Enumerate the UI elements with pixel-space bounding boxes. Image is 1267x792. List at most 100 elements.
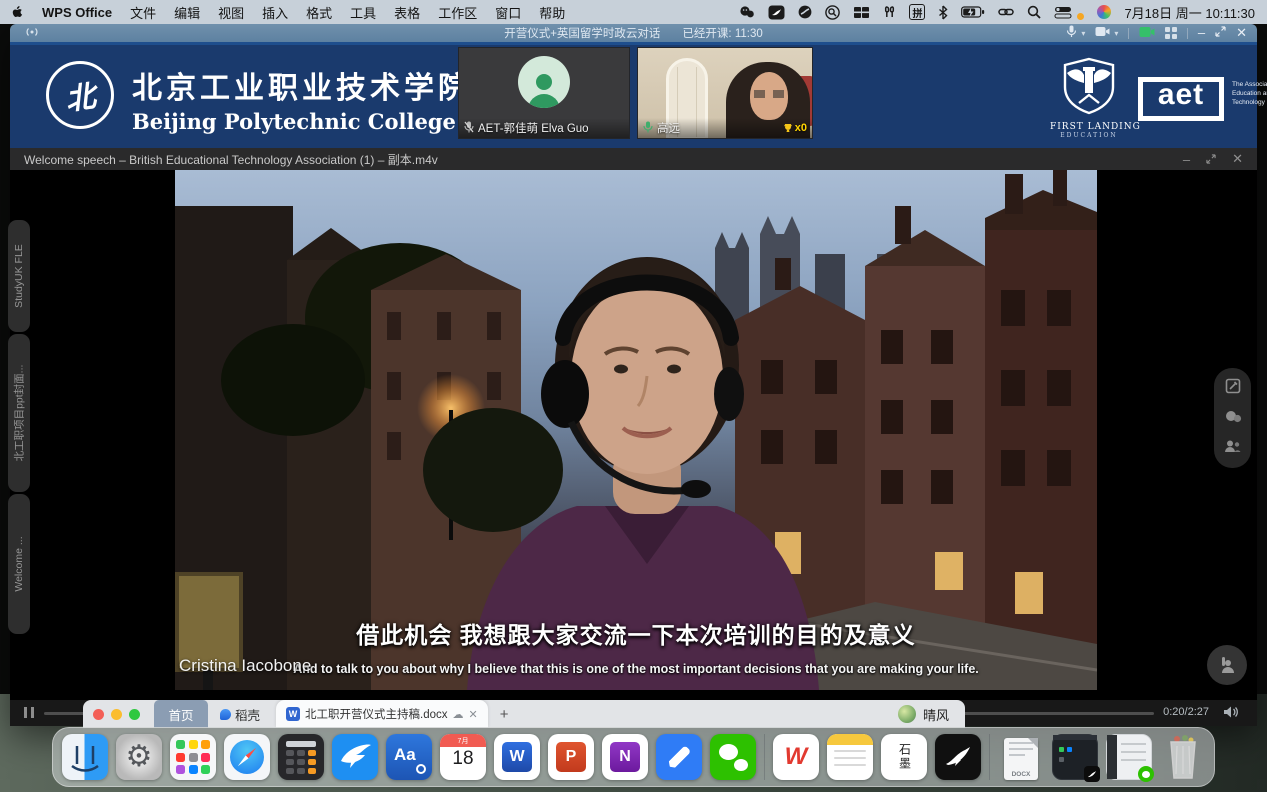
- side-tab-welcome[interactable]: Welcome ...: [8, 494, 30, 634]
- menu-insert[interactable]: 插入: [262, 3, 288, 22]
- dock-dingtalk-icon[interactable]: [332, 734, 378, 780]
- proxy-icon[interactable]: [798, 5, 812, 19]
- trophy-icon: [783, 123, 793, 133]
- player-close-button[interactable]: ✕: [1232, 151, 1243, 167]
- dock-calendar-icon[interactable]: 7月 18: [440, 734, 486, 780]
- side-tab-studyuk[interactable]: StudyUK FLE: [8, 220, 30, 332]
- menu-view[interactable]: 视图: [218, 3, 244, 22]
- battery-icon[interactable]: [961, 6, 985, 18]
- participant-video-tile[interactable]: 高远 x0: [637, 47, 813, 139]
- minimize-button[interactable]: –: [1198, 24, 1205, 42]
- menu-window[interactable]: 窗口: [495, 3, 521, 22]
- apple-menu-icon[interactable]: [12, 4, 26, 20]
- wps-tab-docer[interactable]: 稻壳: [208, 705, 272, 724]
- dock-onenote-icon[interactable]: N: [602, 734, 648, 780]
- window-traffic-lights: [93, 709, 140, 720]
- dock-minimized-wechat-window[interactable]: [1106, 734, 1152, 780]
- minimize-traffic-button[interactable]: [111, 709, 122, 720]
- dock-system-preferences-icon[interactable]: ⚙: [116, 734, 162, 780]
- mic-dropdown-caret[interactable]: ▾: [1081, 29, 1085, 38]
- menu-workspace[interactable]: 工作区: [438, 3, 477, 22]
- participant-video-tile[interactable]: AET-郭佳萌 Elva Guo: [458, 47, 630, 139]
- college-name-block: 北京工业职业技术学院 Beijing Polytechnic College: [132, 63, 472, 134]
- close-traffic-button[interactable]: [93, 709, 104, 720]
- dock-safari-icon[interactable]: [224, 734, 270, 780]
- camera-dropdown-caret[interactable]: ▾: [1114, 29, 1118, 38]
- dock-launchpad-icon[interactable]: [170, 734, 216, 780]
- camera-on-icon[interactable]: [1139, 26, 1155, 41]
- dock-separator: [989, 734, 990, 780]
- wechat-icon[interactable]: [739, 5, 755, 19]
- left-window-tabs: StudyUK FLE 北工职项目ppt封面... Welcome ...: [8, 220, 30, 636]
- dock-tencent-meeting-icon[interactable]: [935, 734, 981, 780]
- raise-hand-button[interactable]: [1207, 645, 1247, 685]
- dock-shimo-icon[interactable]: 石墨: [881, 734, 927, 780]
- wps-tab-document[interactable]: W 北工职开营仪式主持稿.docx ☁ ✕: [276, 700, 488, 728]
- dock-wps-office-icon[interactable]: W: [773, 734, 819, 780]
- tencent-meeting-icon[interactable]: [768, 5, 785, 20]
- titlebar-separator: [1128, 28, 1129, 39]
- meeting-status: 已经开课: 11:30: [682, 25, 762, 41]
- dock-wechat-icon[interactable]: [710, 734, 756, 780]
- dock-pencil-notes-icon[interactable]: [656, 734, 702, 780]
- volume-icon[interactable]: [1223, 705, 1239, 724]
- airpods-icon[interactable]: [883, 5, 896, 19]
- stacks-icon[interactable]: [853, 6, 870, 19]
- dock-finder-icon[interactable]: [62, 734, 108, 780]
- menu-edit[interactable]: 编辑: [174, 3, 200, 22]
- mic-muted-icon: [464, 121, 474, 136]
- college-name-en: Beijing Polytechnic College: [132, 109, 472, 134]
- dock-calculator-icon[interactable]: [278, 734, 324, 780]
- menu-format[interactable]: 格式: [306, 3, 332, 22]
- menu-table[interactable]: 表格: [394, 3, 420, 22]
- pause-button[interactable]: [24, 707, 34, 718]
- pinyin-input-icon[interactable]: 拼: [909, 4, 925, 20]
- zoom-traffic-button[interactable]: [129, 709, 140, 720]
- side-tab-ppt-cover[interactable]: 北工职项目ppt封面...: [8, 334, 30, 492]
- macos-menubar: WPS Office 文件 编辑 视图 插入 格式 工具 表格 工作区 窗口 帮…: [0, 0, 1267, 24]
- menubar-app-name[interactable]: WPS Office: [42, 5, 112, 20]
- aet-logo-text: aet: [1158, 85, 1204, 105]
- dock-minimized-meeting-window[interactable]: [1052, 734, 1098, 780]
- player-minimize-button[interactable]: –: [1183, 152, 1190, 167]
- dock-notes-icon[interactable]: [827, 734, 873, 780]
- new-tab-button[interactable]: +: [500, 706, 509, 723]
- resize-button[interactable]: [1215, 24, 1226, 42]
- link-icon[interactable]: [998, 6, 1014, 18]
- meeting-titlebar[interactable]: 开营仪式+英国留学时政云对话 已经开课: 11:30 ▾ ▾ – ✕: [10, 24, 1257, 42]
- zoom-icon[interactable]: [825, 5, 840, 20]
- player-resize-button[interactable]: [1206, 152, 1216, 167]
- street-scene-illustration: [175, 170, 1097, 690]
- dock-word-icon[interactable]: W: [494, 734, 540, 780]
- menu-file[interactable]: 文件: [130, 3, 156, 22]
- menu-help[interactable]: 帮助: [539, 3, 565, 22]
- dock-powerpoint-icon[interactable]: P: [548, 734, 594, 780]
- dock-dictionary-icon[interactable]: Aa: [386, 734, 432, 780]
- annotate-icon[interactable]: [1225, 378, 1241, 399]
- cloud-sync-icon[interactable]: ☁: [453, 708, 464, 721]
- siri-icon[interactable]: [1097, 5, 1111, 19]
- aet-logo: aet: [1138, 77, 1224, 121]
- close-button[interactable]: ✕: [1236, 24, 1247, 42]
- video-content[interactable]: 借此机会 我想跟大家交流一下本次培训的目的及意义 And to talk to …: [175, 170, 1097, 690]
- subtitle-chinese: 借此机会 我想跟大家交流一下本次培训的目的及意义: [175, 616, 1097, 650]
- bluetooth-icon[interactable]: [938, 5, 948, 20]
- tab-close-icon[interactable]: ✕: [469, 708, 478, 721]
- participants-icon[interactable]: [1224, 439, 1241, 458]
- wps-tab-home[interactable]: 首页: [154, 700, 208, 728]
- menu-tools[interactable]: 工具: [350, 3, 376, 22]
- first-landing-logo: FIRST LANDING EDUCATION: [1050, 57, 1128, 139]
- dock-minimized-docx-window[interactable]: DOCX: [998, 734, 1044, 780]
- spotlight-icon[interactable]: [1027, 5, 1041, 19]
- layout-grid-icon[interactable]: [1165, 27, 1177, 39]
- dock-trash-icon[interactable]: [1160, 734, 1206, 780]
- display-toggle-icon[interactable]: [1054, 6, 1072, 19]
- mic-icon[interactable]: [1066, 25, 1077, 41]
- menubar-clock[interactable]: 7月18日 周一 10:11:30: [1124, 3, 1255, 22]
- playback-time: 0:20/2:27: [1163, 706, 1209, 718]
- wps-user-area[interactable]: 晴风: [898, 705, 965, 724]
- chat-icon[interactable]: [1224, 410, 1242, 429]
- camera-icon[interactable]: [1095, 26, 1110, 40]
- video-player-titlebar[interactable]: Welcome speech – British Educational Tec…: [10, 148, 1257, 170]
- dock: ⚙ Aa 7月 18 W P N W: [52, 727, 1215, 787]
